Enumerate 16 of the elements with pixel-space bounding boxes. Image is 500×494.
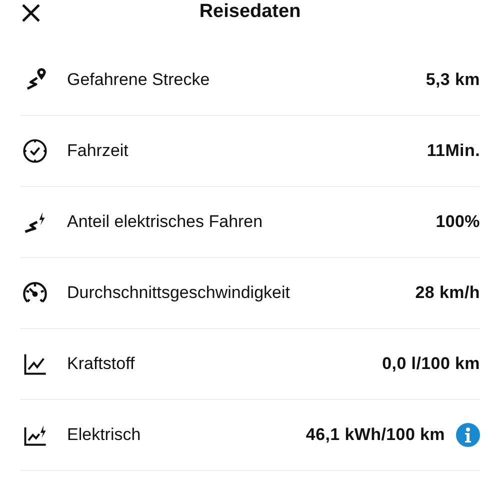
stat-value: 0,0 l/100 km	[382, 354, 480, 374]
stat-label: Gefahrene Strecke	[67, 70, 211, 90]
stat-label: Kraftstoff	[67, 354, 136, 374]
close-button[interactable]	[20, 2, 42, 24]
clock-icon	[22, 138, 48, 164]
stat-value: 46,1 kWh/100 km	[306, 425, 445, 445]
stat-value: 28 km/h	[415, 283, 480, 303]
page-title: Reisedaten	[199, 0, 301, 24]
stat-label: Durchschnittsgeschwindigkeit	[67, 283, 291, 303]
stat-value: 100%	[436, 212, 480, 232]
stat-label: Anteil elektrisches Fahren	[67, 212, 264, 232]
stat-label: Fahrzeit	[67, 141, 130, 161]
stat-label: Elektrisch	[67, 425, 142, 445]
info-icon[interactable]	[456, 423, 480, 447]
stat-value: 11Min.	[426, 141, 480, 161]
stat-value: 5,3 km	[426, 70, 480, 90]
